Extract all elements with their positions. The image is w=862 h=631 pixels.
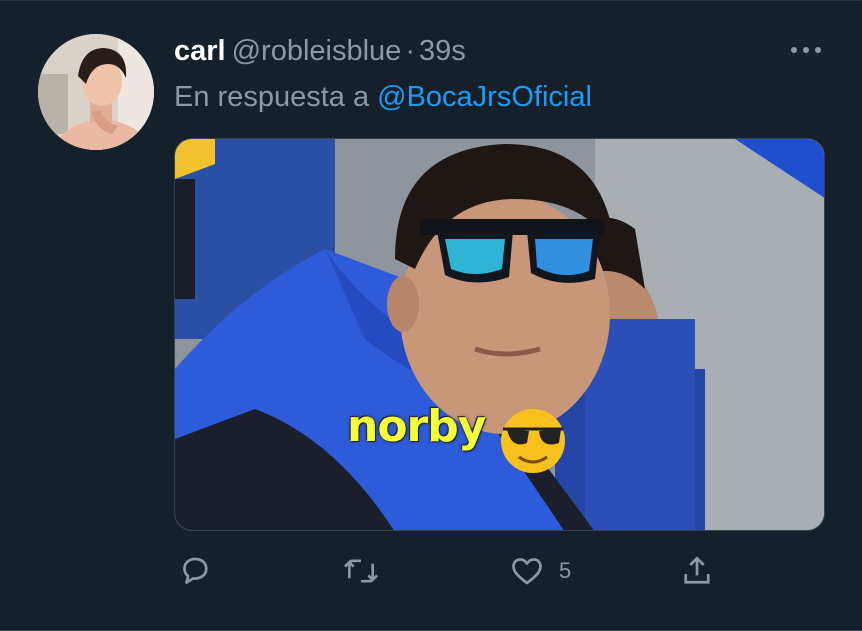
reply-mention-link[interactable]: @BocaJrsOficial xyxy=(377,81,592,113)
tweet-card[interactable]: carl @robleisblue · 39s En respuesta a @Boc… xyxy=(0,0,862,631)
retweet-button[interactable] xyxy=(342,549,380,593)
comment-icon xyxy=(183,557,208,584)
separator-dot: · xyxy=(405,35,415,67)
like-button[interactable]: 5 xyxy=(509,549,571,593)
like-count: 5 xyxy=(559,558,572,583)
display-name[interactable]: carl xyxy=(174,35,226,67)
retweet-icon xyxy=(343,559,379,583)
share-button[interactable] xyxy=(679,549,715,593)
avatar-photo xyxy=(38,34,154,150)
more-dots-icon xyxy=(791,47,821,53)
reply-context: En respuesta a @BocaJrsOficial xyxy=(174,77,592,117)
meme-photo xyxy=(175,139,824,530)
share-icon xyxy=(684,556,710,584)
reply-button[interactable] xyxy=(177,549,213,593)
tweet-media-image[interactable]: norby xyxy=(174,138,825,531)
timestamp[interactable]: 39s xyxy=(419,35,466,67)
reply-prefix: En respuesta a xyxy=(174,81,370,113)
heart-icon xyxy=(512,558,542,585)
tweet-actions: 5 xyxy=(0,549,862,593)
sunglasses-emoji-icon xyxy=(501,409,565,473)
meme-caption: norby xyxy=(347,401,486,452)
tweet-header: carl @robleisblue · 39s xyxy=(174,31,466,71)
user-handle[interactable]: @robleisblue xyxy=(232,35,402,67)
avatar[interactable] xyxy=(38,34,154,150)
more-options-button[interactable] xyxy=(786,37,826,63)
